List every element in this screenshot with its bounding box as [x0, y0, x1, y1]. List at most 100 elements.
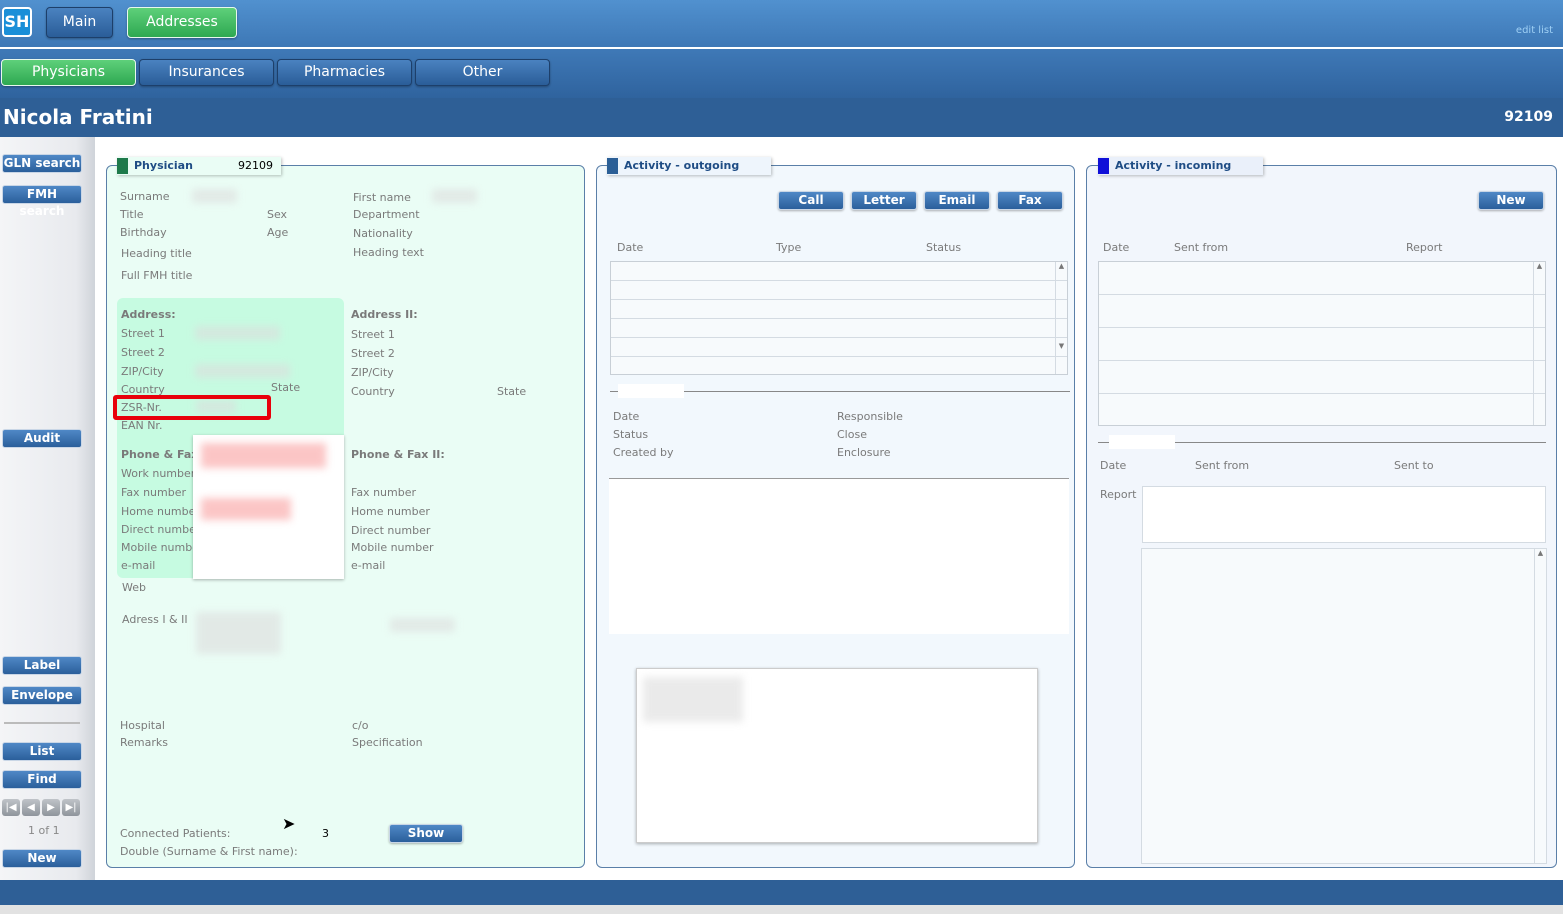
nationality-label: Nationality [353, 227, 413, 240]
address-preview [636, 668, 1038, 843]
incoming-detail-tab [1109, 435, 1175, 449]
surname-field[interactable] [192, 189, 237, 203]
sidebar-divider [4, 722, 80, 724]
col-date: Date [617, 241, 644, 254]
ean-label: EAN Nr. [121, 419, 163, 432]
first-record-icon[interactable]: |◀ [2, 799, 20, 816]
gln-search-button[interactable]: GLN search [2, 154, 82, 173]
home-number-label: Home number [121, 505, 200, 518]
detail-created-by-label: Created by [613, 446, 674, 459]
co-label: c/o [352, 719, 369, 732]
home-number-field[interactable] [201, 498, 291, 520]
audit-button[interactable]: Audit [2, 429, 82, 448]
detail-responsible-label: Responsible [837, 410, 903, 423]
incoming-table[interactable]: ▲ [1098, 261, 1546, 426]
double-label: Double (Surname & First name): [120, 845, 298, 858]
physician-panel-tab: Physician 92109 [117, 157, 281, 175]
tab-other[interactable]: Other [415, 59, 550, 86]
next-record-icon[interactable]: ▶ [42, 799, 60, 816]
new-record-button[interactable]: New [2, 849, 82, 868]
address2-header: Address II: [351, 308, 418, 321]
fax-number-label: Fax number [121, 486, 186, 499]
address2-country-label: Country [351, 385, 395, 398]
adress-both-field-2[interactable] [390, 618, 455, 632]
phone2-mobile-label: Mobile number [351, 541, 434, 554]
last-record-icon[interactable]: ▶| [62, 799, 80, 816]
outgoing-notes-area[interactable] [609, 478, 1069, 634]
prev-record-icon[interactable]: ◀ [22, 799, 40, 816]
tab-addresses[interactable]: Addresses [127, 7, 237, 38]
list-button[interactable]: List [2, 742, 82, 761]
phone2-header: Phone & Fax II: [351, 448, 445, 461]
surname-label: Surname [120, 190, 170, 203]
incoming-notes-area[interactable]: ▲ [1141, 548, 1547, 864]
fax-button[interactable]: Fax [997, 191, 1063, 210]
record-id: 92109 [1504, 109, 1553, 125]
fmh-search-button[interactable]: FMH search [2, 185, 82, 218]
email-label: e-mail [121, 559, 156, 572]
record-name: Nicola Fratini [3, 105, 153, 129]
phone2-fax-label: Fax number [351, 486, 416, 499]
tab-pharmacies[interactable]: Pharmacies [277, 59, 412, 86]
email-button[interactable]: Email [924, 191, 990, 210]
street2-label: Street 2 [121, 346, 165, 359]
edit-list-link[interactable]: edit list [1516, 25, 1553, 36]
web-label: Web [122, 581, 146, 594]
in-col-sent-from: Sent from [1174, 241, 1229, 254]
record-counter: 1 of 1 [28, 824, 60, 837]
specification-label: Specification [352, 736, 423, 749]
mouse-cursor-icon: ➤ [282, 814, 296, 833]
new-incoming-button[interactable]: New [1478, 191, 1544, 210]
zsr-highlight-box [113, 395, 271, 420]
fmh-title-label: Full FMH title [121, 269, 193, 282]
letter-button[interactable]: Letter [851, 191, 917, 210]
state-label: State [271, 381, 301, 394]
tab-insurances[interactable]: Insurances [139, 59, 274, 86]
find-button[interactable]: Find [2, 770, 82, 789]
label-button[interactable]: Label [2, 656, 82, 675]
title-label: Title [120, 208, 144, 221]
sex-label: Sex [267, 208, 288, 221]
in-detail-date-label: Date [1100, 459, 1127, 472]
zip-city-field[interactable] [195, 364, 290, 378]
phone2-email-label: e-mail [351, 559, 386, 572]
tab-physicians[interactable]: Physicians [1, 59, 136, 86]
record-header: Nicola Fratini 92109 [0, 98, 1563, 137]
envelope-button[interactable]: Envelope [2, 686, 82, 705]
report-field[interactable] [1142, 486, 1546, 543]
phone2-direct-label: Direct number [351, 524, 431, 537]
adress-both-field[interactable] [196, 612, 281, 654]
outgoing-title: Activity - outgoing [624, 159, 740, 172]
direct-number-label: Direct number [121, 523, 201, 536]
call-button[interactable]: Call [778, 191, 844, 210]
adress-both-label: Adress I & II [122, 613, 188, 626]
first-name-field[interactable] [432, 189, 477, 203]
outgoing-detail-tab [618, 384, 684, 398]
in-detail-sent-from-label: Sent from [1195, 459, 1250, 472]
birthday-label: Birthday [120, 226, 167, 239]
scrollbar[interactable]: ▲ [1534, 549, 1546, 863]
work-number-field[interactable] [201, 443, 326, 468]
connected-patients-label: Connected Patients: [120, 827, 231, 840]
mobile-number-label: Mobile numbe [121, 541, 199, 554]
sidebar [0, 137, 95, 880]
show-patients-button[interactable]: Show [389, 824, 463, 843]
scrollbar[interactable]: ▲ ▼ [1055, 262, 1067, 374]
heading-text-label: Heading text [353, 246, 424, 259]
department-label: Department [353, 208, 420, 221]
outgoing-panel-tab: Activity - outgoing [607, 157, 771, 175]
in-detail-report-label: Report [1100, 488, 1137, 501]
hospital-label: Hospital [120, 719, 165, 732]
phone-values-popup [193, 435, 344, 579]
phone2-home-label: Home number [351, 505, 430, 518]
outgoing-table[interactable]: ▲ ▼ [610, 261, 1068, 375]
tab-main[interactable]: Main [46, 7, 113, 38]
detail-close-label: Close [837, 428, 867, 441]
address2-state-label: State [497, 385, 527, 398]
street1-field[interactable] [195, 326, 280, 340]
remarks-label: Remarks [120, 736, 168, 749]
street1-label: Street 1 [121, 327, 165, 340]
address2-street2-label: Street 2 [351, 347, 395, 360]
scrollbar[interactable]: ▲ [1533, 262, 1545, 425]
app-logo[interactable]: SH [2, 7, 32, 37]
